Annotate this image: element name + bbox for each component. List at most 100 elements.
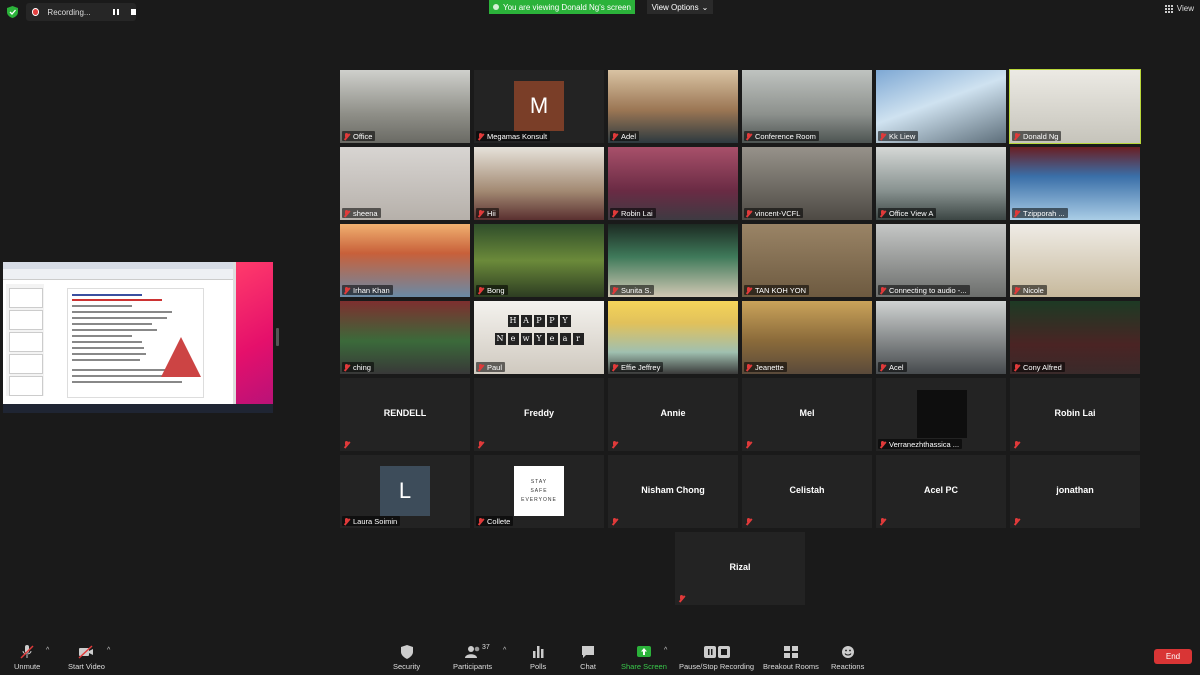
reactions-button[interactable]: Reactions (831, 645, 864, 671)
participant-tile[interactable]: Sunita S. (608, 224, 738, 297)
participant-tile[interactable]: Office View A (876, 147, 1006, 220)
share-screen-label: Share Screen (621, 662, 667, 671)
participant-tile[interactable]: H A P P Y Ne w Ye a r Paul (474, 301, 604, 374)
security-button[interactable]: Security (393, 645, 420, 671)
participant-name: Collete (487, 516, 511, 526)
shared-screen-view[interactable] (3, 262, 273, 413)
microphone-muted-icon (879, 209, 886, 217)
audio-options-caret-icon[interactable]: ^ (46, 647, 49, 654)
share-screen-icon (636, 646, 651, 657)
participant-display-name: Robin Lai (1054, 408, 1096, 418)
participant-tile[interactable]: Mel (742, 378, 872, 451)
viewing-screen-banner: You are viewing Donald Ng's screen (489, 0, 635, 14)
chevron-down-icon: ⌄ (701, 2, 709, 12)
participant-name-bar (744, 439, 755, 449)
participant-tile[interactable]: jonathan (1010, 455, 1140, 528)
share-screen-button[interactable]: Share Screen (621, 645, 667, 671)
participant-tile[interactable]: vincent-VCFL (742, 147, 872, 220)
participant-tile[interactable]: M Megamas Konsult (474, 70, 604, 143)
microphone-muted-icon (343, 517, 350, 525)
microphone-muted-icon (1013, 363, 1020, 371)
participant-name-bar: Adel (610, 131, 640, 141)
participant-tile[interactable]: Rizal (675, 532, 805, 605)
participant-name-bar: Office (342, 131, 376, 141)
participant-avatar: M (514, 81, 564, 131)
participant-tile[interactable]: Freddy (474, 378, 604, 451)
participant-tile[interactable]: Nisham Chong (608, 455, 738, 528)
view-button[interactable]: View (1164, 4, 1194, 13)
participant-name: sheena (353, 208, 378, 218)
participant-tile[interactable]: Jeanette (742, 301, 872, 374)
participant-name-bar: Kk Liew (878, 131, 919, 141)
participant-tile[interactable]: sheena (340, 147, 470, 220)
participants-caret-icon[interactable]: ^ (503, 647, 506, 654)
participant-tile[interactable]: Annie (608, 378, 738, 451)
participant-name-bar: Connecting to audio -... (878, 285, 970, 295)
pause-recording-icon[interactable] (112, 9, 119, 15)
microphone-muted-icon (1013, 132, 1020, 140)
participant-tile[interactable]: Hii (474, 147, 604, 220)
participant-tile[interactable]: Robin Lai (1010, 378, 1140, 451)
participant-name-bar: Hii (476, 208, 499, 218)
participant-tile[interactable]: Conference Room (742, 70, 872, 143)
microphone-muted-icon (1013, 440, 1020, 448)
pause-stop-recording-button[interactable]: Pause/Stop Recording (679, 645, 754, 671)
microphone-muted-icon (879, 363, 886, 371)
participant-name-bar: Robin Lai (610, 208, 656, 218)
participant-name-bar: Collete (476, 516, 514, 526)
participant-tile[interactable]: Adel (608, 70, 738, 143)
video-options-caret-icon[interactable]: ^ (107, 647, 110, 654)
participant-tile[interactable]: Celistah (742, 455, 872, 528)
microphone-muted-icon (477, 132, 484, 140)
participant-tile[interactable]: Acel (876, 301, 1006, 374)
stop-recording-icon[interactable] (130, 9, 136, 15)
participant-name: Kk Liew (889, 131, 916, 141)
participant-tile[interactable]: Nicole (1010, 224, 1140, 297)
participants-icon (464, 646, 479, 658)
microphone-muted-icon (1013, 286, 1020, 294)
participant-tile[interactable]: Connecting to audio -... (876, 224, 1006, 297)
end-meeting-button[interactable]: End (1154, 649, 1192, 664)
polls-button[interactable]: Polls (530, 645, 546, 671)
end-label: End (1165, 652, 1181, 661)
participant-name-bar: Nicole (1012, 285, 1047, 295)
participant-tile[interactable]: Robin Lai (608, 147, 738, 220)
participant-tile[interactable]: Tzipporah ... (1010, 147, 1140, 220)
participant-tile[interactable]: Donald Ng (1009, 69, 1141, 144)
chat-button[interactable]: Chat (580, 645, 596, 671)
slide-thumbnails (6, 284, 44, 396)
participant-name-bar: Cony Alfred (1012, 362, 1065, 372)
participant-tile[interactable]: Verranezhthassica ... (876, 378, 1006, 451)
participant-profile-card: STAY SAFE EVERYONE (514, 466, 564, 516)
view-options-button[interactable]: View Options ⌄ (647, 0, 713, 14)
participant-display-name: Acel PC (923, 485, 958, 495)
participant-tile[interactable]: Acel PC (876, 455, 1006, 528)
participant-tile[interactable]: Office (340, 70, 470, 143)
participant-tile[interactable]: ching (340, 301, 470, 374)
participant-tile[interactable]: STAY SAFE EVERYONE Collete (474, 455, 604, 528)
participant-tile[interactable]: Kk Liew (876, 70, 1006, 143)
microphone-muted-icon (611, 286, 618, 294)
participant-tile[interactable]: TAN KOH YON (742, 224, 872, 297)
microphone-muted-icon (343, 363, 350, 371)
participant-name: Conference Room (755, 131, 816, 141)
participant-name: Nicole (1023, 285, 1044, 295)
participant-tile[interactable]: L Laura Soimin (340, 455, 470, 528)
unmute-button[interactable]: Unmute (14, 645, 40, 671)
share-options-caret-icon[interactable]: ^ (664, 647, 667, 654)
participant-display-name: Celistah (789, 485, 825, 495)
security-icon (400, 645, 413, 659)
participant-tile[interactable]: RENDELL (340, 378, 470, 451)
breakout-rooms-button[interactable]: Breakout Rooms (763, 645, 819, 671)
resize-handle[interactable] (276, 328, 279, 346)
participant-name: Acel (889, 362, 904, 372)
participant-tile[interactable]: Bong (474, 224, 604, 297)
microphone-muted-icon (477, 286, 484, 294)
participant-name: Adel (621, 131, 637, 141)
participant-tile[interactable]: Cony Alfred (1010, 301, 1140, 374)
participant-tile[interactable]: Irhan Khan (340, 224, 470, 297)
participant-tile[interactable]: Effie Jeffrey (608, 301, 738, 374)
microphone-muted-icon (20, 645, 34, 659)
participant-name-bar: Sunita S. (610, 285, 655, 295)
start-video-button[interactable]: Start Video (68, 645, 105, 671)
